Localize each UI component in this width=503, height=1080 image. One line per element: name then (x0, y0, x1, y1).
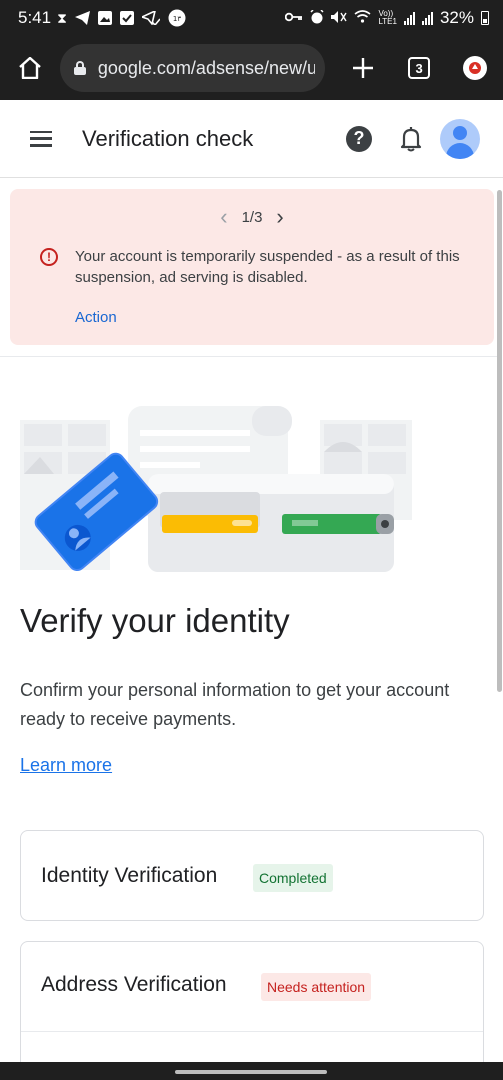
status-bar: 5:41 ⧗ 1٣ Vo)) LTE1 32% (0, 0, 503, 36)
svg-text:1٣: 1٣ (173, 15, 181, 23)
status-badge: Completed (253, 864, 333, 892)
battery-percent: 32% (439, 8, 474, 27)
chevron-right-icon[interactable]: › (276, 206, 283, 228)
key-icon (285, 11, 303, 26)
avatar[interactable] (440, 118, 480, 159)
pager-count: 1/3 (241, 208, 263, 226)
card-title: Address Verification (41, 973, 227, 996)
system-icons: Vo)) LTE1 32% (285, 8, 489, 28)
badge-icon: 1٣ (168, 9, 186, 27)
notifications-button[interactable] (398, 124, 424, 154)
scrollbar[interactable] (497, 190, 502, 692)
verification-illustration (20, 406, 412, 572)
signal-icon-2 (421, 11, 433, 25)
update-icon (463, 56, 488, 80)
alarm-icon (310, 8, 324, 27)
alert-pager: ‹ 1/3 › (10, 206, 494, 228)
identity-verification-card[interactable]: Identity Verification Completed (20, 830, 484, 921)
signal-icon (403, 11, 415, 25)
status-badge: Needs attention (261, 973, 372, 1001)
card-title: Identity Verification (41, 864, 218, 887)
send-check-icon (141, 11, 160, 25)
suspension-alert: ‹ 1/3 › ! Your account is temporarily su… (10, 189, 494, 345)
section-description: Confirm your personal information to get… (20, 680, 450, 729)
plus-icon (353, 58, 374, 78)
alert-message: Your account is temporarily suspended - … (75, 248, 460, 286)
home-icon (19, 57, 41, 79)
mute-icon (331, 10, 348, 27)
notification-icons: ⧗ 1٣ (57, 9, 186, 27)
app-bar: Verification check ? (0, 100, 503, 178)
bell-icon (400, 126, 422, 151)
tab-switcher-button[interactable]: 3 (391, 36, 447, 100)
status-time: 5:41 (18, 8, 52, 27)
address-bar[interactable]: google.com/adsense/new/u (59, 44, 326, 92)
address-verification-card[interactable]: Address Verification Needs attention (20, 941, 484, 1071)
menu-button[interactable] (0, 100, 82, 178)
tab-count: 3 (408, 57, 431, 79)
card-divider (21, 1031, 483, 1032)
telegram-icon (74, 11, 90, 25)
hourglass-icon: ⧗ (57, 9, 67, 26)
page-title: Verification check (82, 125, 254, 151)
lock-icon (73, 61, 86, 75)
checkbox-icon (119, 11, 134, 25)
new-tab-button[interactable] (335, 36, 391, 100)
divider (0, 356, 497, 357)
alert-action-link[interactable]: Action (75, 309, 117, 326)
browser-toolbar: google.com/adsense/new/u 3 (0, 36, 503, 100)
error-icon: ! (40, 248, 58, 266)
volte-label: Vo)) LTE1 (378, 9, 397, 26)
section-heading: Verify your identity (20, 602, 290, 639)
home-gesture-handle[interactable] (175, 1070, 327, 1074)
chevron-left-icon[interactable]: ‹ (220, 206, 227, 228)
update-button[interactable] (447, 36, 503, 100)
wifi-icon (354, 10, 371, 26)
hamburger-icon (30, 130, 52, 147)
gallery-icon (97, 11, 112, 25)
home-button[interactable] (0, 36, 60, 100)
learn-more-link[interactable]: Learn more (20, 755, 112, 776)
battery-icon (481, 11, 489, 25)
system-nav-bar (0, 1062, 503, 1080)
help-icon[interactable]: ? (346, 125, 372, 152)
url-text: google.com/adsense/new/u (97, 57, 316, 78)
